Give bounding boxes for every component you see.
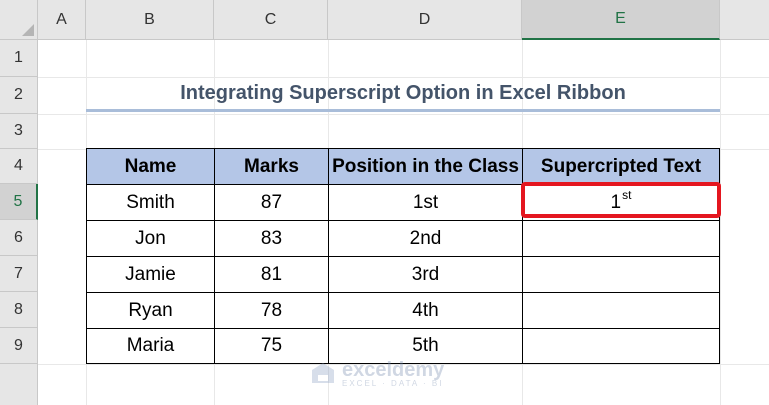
header-marks[interactable]: Marks: [214, 148, 329, 185]
column-header-d[interactable]: D: [328, 0, 522, 40]
select-all-triangle-icon: [22, 24, 34, 36]
cell-superscripted[interactable]: [522, 328, 720, 364]
row-header-2[interactable]: 2: [0, 77, 38, 114]
watermark-tagline: EXCEL · DATA · BI: [342, 379, 444, 388]
cell-name[interactable]: Ryan: [86, 292, 215, 329]
row-header-4[interactable]: 4: [0, 149, 38, 184]
cell-name[interactable]: Jamie: [86, 256, 215, 293]
column-header-f-partial[interactable]: [720, 0, 769, 40]
cell-superscripted[interactable]: [522, 292, 720, 329]
gridline: [720, 40, 721, 405]
row-header-3[interactable]: 3: [0, 114, 38, 149]
spreadsheet-grid: A B C D E 1 2 3 4 5 6 7 8 9 Integrating …: [0, 0, 769, 405]
row-header-6[interactable]: 6: [0, 220, 38, 256]
cell-superscripted[interactable]: [522, 220, 720, 257]
cell-position[interactable]: 1st: [328, 184, 523, 221]
column-header-c[interactable]: C: [214, 0, 328, 40]
cell-name[interactable]: Jon: [86, 220, 215, 257]
column-header-e[interactable]: E: [522, 0, 720, 40]
superscript-base: 1: [610, 191, 622, 213]
exceldemy-logo-icon: [312, 363, 334, 383]
superscript-suffix: st: [622, 187, 632, 202]
cell-marks[interactable]: 78: [214, 292, 329, 329]
cell-position[interactable]: 3rd: [328, 256, 523, 293]
watermark-name: exceldemy: [342, 359, 445, 381]
cell-position[interactable]: 4th: [328, 292, 523, 329]
header-superscripted[interactable]: Supercripted Text: [522, 148, 720, 185]
cell-marks[interactable]: 83: [214, 220, 329, 257]
select-all-corner[interactable]: [0, 0, 38, 40]
row-header-7[interactable]: 7: [0, 256, 38, 292]
exceldemy-watermark: exceldemy EXCEL · DATA · BI: [310, 357, 444, 391]
header-position[interactable]: Position in the Class: [328, 148, 523, 185]
row-header-8[interactable]: 8: [0, 292, 38, 328]
column-header-a[interactable]: A: [38, 0, 86, 40]
cell-superscripted[interactable]: [522, 256, 720, 293]
cell-name[interactable]: Smith: [86, 184, 215, 221]
cell-marks[interactable]: 87: [214, 184, 329, 221]
row-header-9[interactable]: 9: [0, 328, 38, 364]
column-header-b[interactable]: B: [86, 0, 214, 40]
sheet-title: Integrating Superscript Option in Excel …: [86, 78, 720, 112]
row-header-1[interactable]: 1: [0, 40, 38, 77]
cell-superscripted[interactable]: 1st: [522, 184, 720, 221]
cell-position[interactable]: 2nd: [328, 220, 523, 257]
row-header-5[interactable]: 5: [0, 184, 38, 220]
watermark-text: exceldemy EXCEL · DATA · BI: [342, 360, 444, 388]
header-name[interactable]: Name: [86, 148, 215, 185]
cell-marks[interactable]: 81: [214, 256, 329, 293]
gridline: [38, 114, 769, 115]
row-header-10-partial[interactable]: [0, 364, 38, 405]
cell-name[interactable]: Maria: [86, 328, 215, 364]
